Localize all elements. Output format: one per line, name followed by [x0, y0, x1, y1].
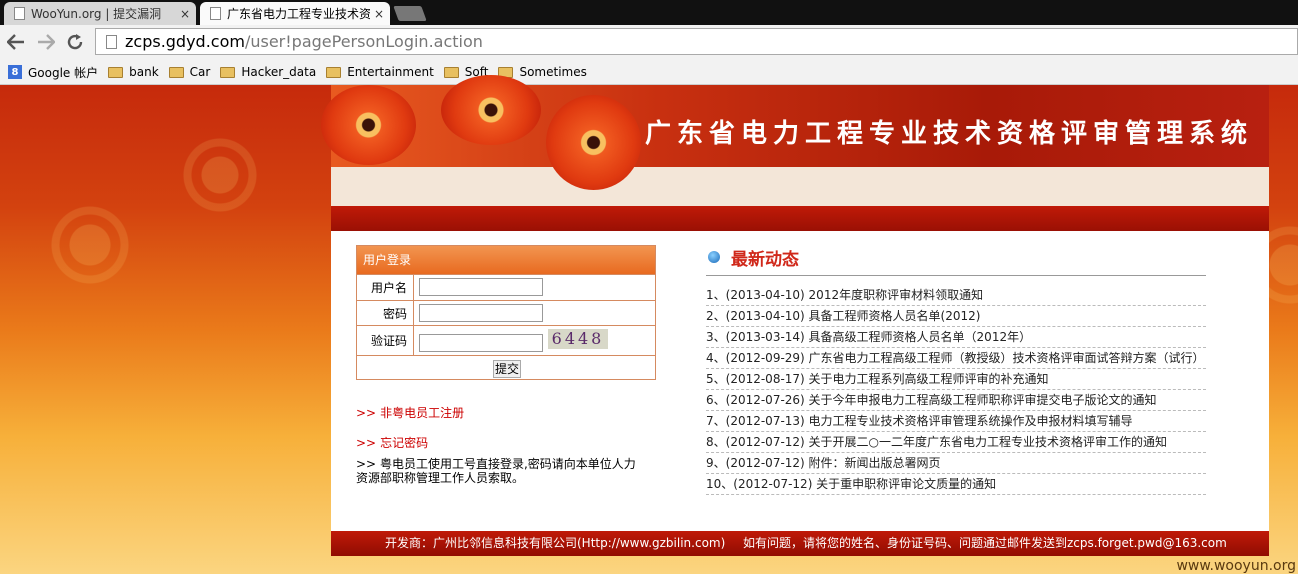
- folder-icon: [220, 66, 236, 78]
- forward-button[interactable]: [34, 30, 58, 54]
- news-item[interactable]: 3、(2013-03-14) 具备高级工程师资格人员名单（2012年）: [706, 327, 1206, 348]
- news-item[interactable]: 8、(2012-07-12) 关于开展二○一二年度广东省电力工程专业技术资格评审…: [706, 432, 1206, 453]
- news-header: 最新动态: [706, 245, 1206, 276]
- reload-button[interactable]: [63, 30, 87, 54]
- news-item[interactable]: 6、(2012-07-26) 关于今年申报电力工程高级工程师职称评审提交电子版论…: [706, 390, 1206, 411]
- username-label: 用户名: [357, 275, 414, 300]
- login-box: 用户登录 用户名 密码 验证码 6448 提交: [356, 245, 656, 380]
- password-input[interactable]: [419, 304, 543, 322]
- news-item[interactable]: 10、(2012-07-12) 关于重申职称评审论文质量的通知: [706, 474, 1206, 495]
- main-container: 广东省电力工程专业技术资格评审管理系统 用户登录 用户名 密码 验证码 6448…: [321, 75, 1269, 556]
- page-icon: [210, 7, 221, 20]
- bookmark-bank[interactable]: bank: [108, 65, 159, 79]
- news-item[interactable]: 5、(2012-08-17) 关于电力工程系列高级工程师评审的补充通知: [706, 369, 1206, 390]
- login-heading: 用户登录: [357, 246, 655, 274]
- bookmark-sometimes[interactable]: Sometimes: [498, 65, 587, 79]
- folder-icon: [326, 66, 342, 78]
- url-host: zcps.gdyd.com: [125, 32, 245, 51]
- username-row: 用户名: [357, 274, 655, 300]
- footer-developer: 开发商：广州比邻信息科技有限公司(Http://www.gzbilin.com): [385, 536, 726, 550]
- bookmark-label: Sometimes: [519, 65, 587, 79]
- flower-image: [441, 75, 541, 145]
- banner-strip: [331, 167, 1269, 206]
- flower-image: [546, 95, 641, 190]
- close-icon[interactable]: ×: [180, 7, 190, 21]
- password-row: 密码: [357, 300, 655, 325]
- tab-wooyun[interactable]: WooYun.org | 提交漏洞 ×: [4, 2, 196, 25]
- bookmark-label: Car: [189, 65, 211, 79]
- folder-icon: [443, 66, 459, 78]
- password-label: 密码: [357, 301, 414, 325]
- note-prefix: >>: [356, 457, 377, 471]
- submit-button[interactable]: 提交: [493, 360, 521, 378]
- footer: 开发商：广州比邻信息科技有限公司(Http://www.gzbilin.com)…: [331, 531, 1269, 556]
- arrow-left-icon: [7, 34, 24, 50]
- arrow-marker: >>: [356, 436, 377, 450]
- note-text: 粤电员工使用工号直接登录,密码请向本单位人力资源部职称管理工作人员索取。: [356, 457, 636, 485]
- forgot-password-link[interactable]: >> 忘记密码: [356, 434, 428, 451]
- folder-icon: [108, 66, 124, 78]
- site-title: 广东省电力工程专业技术资格评审管理系统: [644, 119, 1253, 149]
- captcha-image[interactable]: 6448: [548, 329, 608, 349]
- new-tab-button[interactable]: [393, 6, 427, 21]
- submit-row: 提交: [357, 355, 655, 379]
- news-item[interactable]: 1、(2013-04-10) 2012年度职称评审材料领取通知: [706, 285, 1206, 306]
- bookmark-label: Hacker_data: [241, 65, 317, 79]
- header-banner: 广东省电力工程专业技术资格评审管理系统: [321, 75, 1269, 206]
- footer-contact: 如有问题，请将您的姓名、身份证号码、问题通过邮件发送到zcps.forget.p…: [743, 536, 1227, 550]
- username-input[interactable]: [419, 278, 543, 296]
- bookmark-google[interactable]: 8 Google 帐户: [8, 64, 98, 81]
- captcha-row: 验证码 6448: [357, 325, 655, 355]
- captcha-input[interactable]: [419, 334, 543, 352]
- news-item[interactable]: 9、(2012-07-12) 附件：新闻出版总署网页: [706, 453, 1206, 474]
- news-title: 最新动态: [731, 250, 799, 270]
- folder-icon: [168, 66, 184, 78]
- tab-bar: WooYun.org | 提交漏洞 × 广东省电力工程专业技术资 ×: [0, 0, 1298, 25]
- forgot-link-label: 忘记密码: [380, 436, 429, 450]
- arrow-right-icon: [38, 34, 55, 50]
- flower-image: [321, 85, 416, 165]
- register-link-label: 非粤电员工注册: [380, 406, 465, 420]
- news-item[interactable]: 4、(2012-09-29) 广东省电力工程高级工程师（教授级）技术资格评审面试…: [706, 348, 1206, 369]
- header-red-bar: [331, 206, 1269, 231]
- news-list: 1、(2013-04-10) 2012年度职称评审材料领取通知 2、(2013-…: [706, 285, 1206, 495]
- news-item[interactable]: 2、(2013-04-10) 具备工程师资格人员名单(2012): [706, 306, 1206, 327]
- address-bar[interactable]: zcps.gdyd.com/user!pagePersonLogin.actio…: [95, 28, 1298, 55]
- url-path: /user!pagePersonLogin.action: [244, 32, 483, 51]
- bookmarks-bar: 8 Google 帐户 bank Car Hacker_data Enterta…: [0, 60, 1298, 85]
- news-item[interactable]: 7、(2012-07-13) 电力工程专业技术资格评审管理系统操作及申报材料填写…: [706, 411, 1206, 432]
- tab-current[interactable]: 广东省电力工程专业技术资 ×: [200, 2, 390, 25]
- bookmark-entertainment[interactable]: Entertainment: [326, 65, 434, 79]
- login-note: >> 粤电员工使用工号直接登录,密码请向本单位人力资源部职称管理工作人员索取。: [356, 457, 646, 485]
- tab-title: WooYun.org | 提交漏洞: [31, 7, 162, 21]
- watermark: www.wooyun.org: [1176, 558, 1296, 574]
- bullet-icon: [708, 251, 720, 263]
- arrow-marker: >>: [356, 406, 377, 420]
- bookmark-car[interactable]: Car: [168, 65, 211, 79]
- bookmark-label: Entertainment: [347, 65, 434, 79]
- back-button[interactable]: [4, 30, 28, 54]
- google-icon: 8: [8, 65, 22, 79]
- reload-icon: [67, 34, 83, 50]
- captcha-label: 验证码: [357, 326, 414, 355]
- toolbar: zcps.gdyd.com/user!pagePersonLogin.actio…: [0, 25, 1298, 60]
- close-icon[interactable]: ×: [374, 7, 384, 21]
- bookmark-label: bank: [129, 65, 159, 79]
- tab-title: 广东省电力工程专业技术资: [227, 7, 370, 21]
- bookmark-hacker-data[interactable]: Hacker_data: [220, 65, 316, 79]
- page-icon: [14, 7, 25, 20]
- register-link[interactable]: >> 非粤电员工注册: [356, 404, 464, 421]
- bookmark-label: Google 帐户: [28, 65, 99, 80]
- page-icon: [106, 34, 117, 49]
